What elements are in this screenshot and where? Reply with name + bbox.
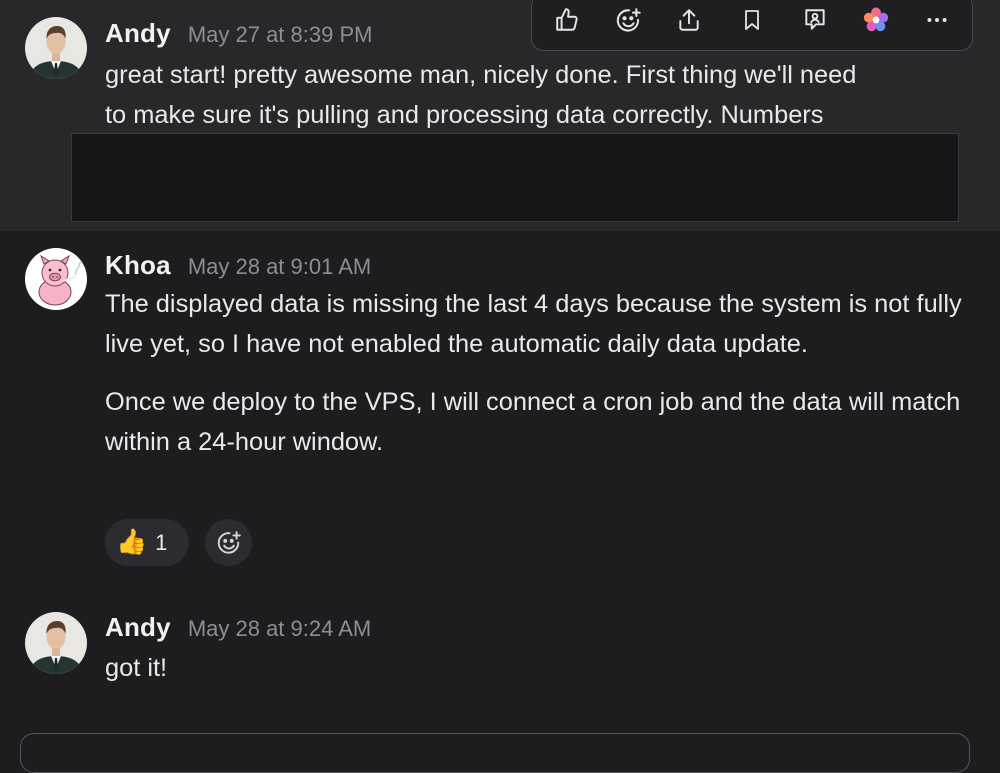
add-emoji-icon bbox=[616, 7, 641, 32]
reply-button[interactable] bbox=[798, 3, 832, 37]
thumbs-up-icon bbox=[556, 8, 578, 31]
reaction-pill[interactable]: 👍 1 bbox=[105, 519, 189, 566]
timestamp[interactable]: May 28 at 9:24 AM bbox=[188, 616, 371, 642]
message-text-line: great start! pretty awesome man, nicely … bbox=[105, 61, 857, 89]
message-item[interactable]: Andy May 27 at 8:39 PM great start! pret… bbox=[0, 0, 1000, 231]
message-paragraph: The displayed data is missing the last 4… bbox=[105, 290, 962, 358]
share-icon bbox=[679, 9, 699, 31]
message-text: got it! bbox=[105, 654, 168, 682]
message-composer[interactable] bbox=[20, 733, 970, 773]
comment-person-icon bbox=[805, 9, 825, 30]
author-name[interactable]: Andy bbox=[105, 18, 171, 49]
thumbs-up-emoji: 👍 bbox=[116, 528, 148, 556]
app-button[interactable] bbox=[859, 3, 893, 37]
message-actions-toolbar bbox=[531, 0, 973, 51]
add-reaction-button[interactable] bbox=[611, 3, 645, 37]
author-name[interactable]: Andy bbox=[105, 612, 171, 643]
thumbs-up-button[interactable] bbox=[550, 3, 584, 37]
author-name[interactable]: Khoa bbox=[105, 250, 171, 281]
more-icon bbox=[927, 18, 947, 22]
add-reaction-button[interactable] bbox=[205, 519, 252, 566]
avatar[interactable] bbox=[25, 17, 87, 79]
app-flower-icon bbox=[863, 7, 889, 32]
bookmark-button[interactable] bbox=[735, 3, 769, 37]
timestamp[interactable]: May 27 at 8:39 PM bbox=[188, 22, 373, 48]
attachment-preview[interactable] bbox=[71, 133, 959, 222]
message-item[interactable]: Andy May 28 at 9:24 AM got it! bbox=[0, 596, 1000, 706]
avatar[interactable] bbox=[25, 612, 87, 674]
bookmark-icon bbox=[745, 10, 759, 30]
reaction-count: 1 bbox=[155, 529, 168, 555]
share-button[interactable] bbox=[672, 3, 706, 37]
message-paragraph: Once we deploy to the VPS, I will connec… bbox=[105, 388, 961, 456]
more-actions-button[interactable] bbox=[920, 3, 954, 37]
message-text-line: to make sure it's pulling and processing… bbox=[105, 101, 824, 129]
avatar[interactable] bbox=[25, 248, 87, 310]
add-emoji-icon bbox=[217, 530, 241, 554]
timestamp[interactable]: May 28 at 9:01 AM bbox=[188, 254, 371, 280]
reactions-bar: 👍 1 bbox=[105, 519, 252, 566]
